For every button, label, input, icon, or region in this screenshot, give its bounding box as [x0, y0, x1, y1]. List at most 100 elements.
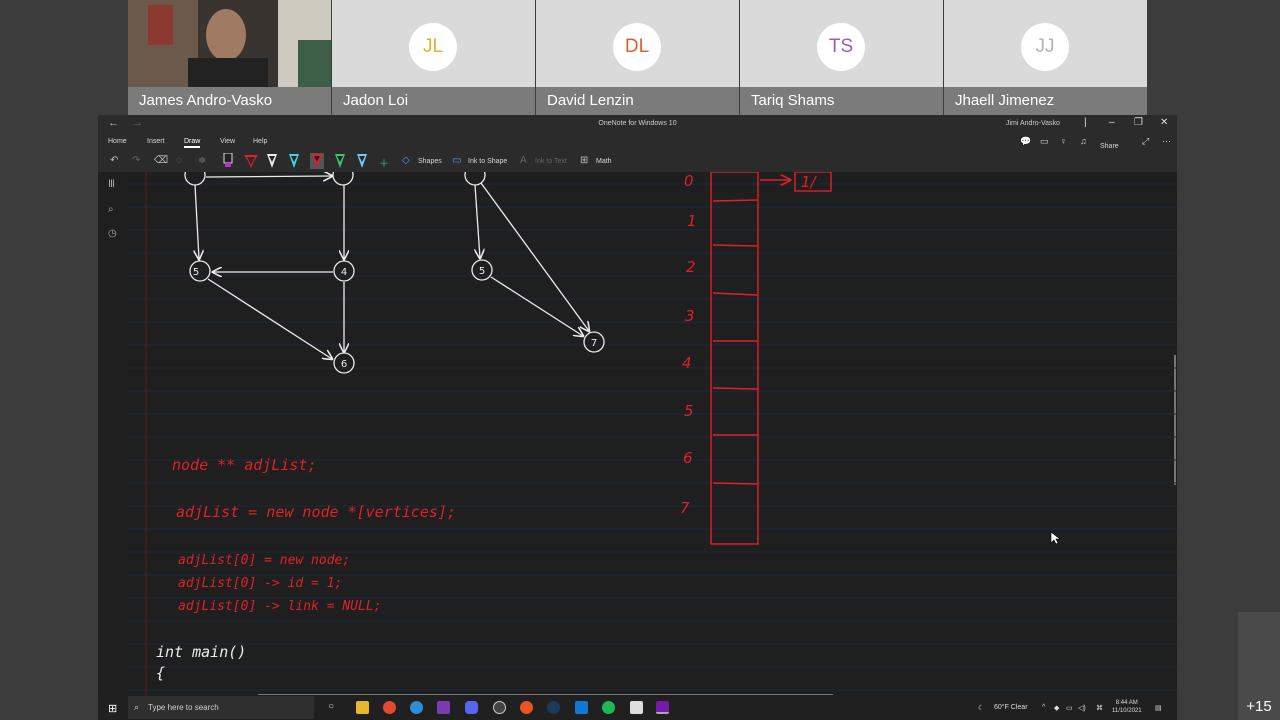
participant-tile[interactable]: JJ Jhaell Jimenez: [944, 0, 1147, 115]
math-button[interactable]: Math: [596, 158, 612, 165]
pen-green-icon[interactable]: [334, 153, 346, 169]
code-notes: node ** adjList; adjList = new node *[ve…: [172, 456, 456, 614]
participant-name: James Andro-Vasko: [128, 87, 331, 115]
cortana-icon[interactable]: ○: [328, 701, 334, 712]
discord-icon[interactable]: [465, 701, 478, 714]
code-line: {: [156, 664, 165, 682]
participant-tile[interactable]: TS Tariq Shams: [740, 0, 943, 115]
moon-icon: ☾: [978, 705, 985, 712]
tab-insert[interactable]: Insert: [147, 138, 165, 145]
store-icon[interactable]: [630, 701, 643, 714]
screen: James Andro-Vasko JL Jadon Loi DL David …: [0, 0, 1280, 720]
chevron-up-icon[interactable]: ^: [1042, 704, 1045, 711]
steam-icon[interactable]: [547, 701, 560, 714]
graph-node-label: 5: [193, 267, 199, 278]
main-notes: int main() {: [156, 643, 246, 682]
onenote-icon[interactable]: [656, 701, 669, 714]
edge-icon[interactable]: [410, 701, 423, 714]
slack-icon[interactable]: [437, 701, 450, 714]
graph-edge: [207, 278, 332, 359]
pen-cyan-icon[interactable]: [288, 153, 300, 169]
ubuntu-icon[interactable]: [520, 701, 533, 714]
array-divider: [712, 244, 758, 247]
avatar: JJ: [1021, 23, 1069, 71]
participant-tile[interactable]: DL David Lenzin: [536, 0, 739, 115]
participant-tile[interactable]: JL Jadon Loi: [332, 0, 535, 115]
tab-help[interactable]: Help: [253, 138, 267, 145]
note-canvas[interactable]: 5 4 6 5 7 0 1 2 3 4 5 6 7 1/ node ** adj…: [128, 172, 1177, 695]
close-icon[interactable]: ✕: [1160, 117, 1168, 128]
pen-black-icon[interactable]: [222, 153, 234, 169]
notifications-icon[interactable]: ▤: [1155, 704, 1162, 712]
graph-node: [332, 172, 354, 186]
code-line: adjList = new node *[vertices];: [176, 503, 456, 521]
spotify-icon[interactable]: [602, 701, 615, 714]
share-label: Share: [1100, 143, 1119, 150]
dropbox-icon[interactable]: ◆: [1054, 704, 1059, 712]
eraser-icon[interactable]: ◌: [176, 155, 182, 166]
taskbar-search-input[interactable]: ⌕ Type here to search: [128, 696, 314, 719]
more-participants-button[interactable]: +15: [1238, 612, 1280, 720]
notification-icon[interactable]: 💬: [1020, 136, 1031, 147]
array-index: 7: [680, 499, 690, 517]
link-icon[interactable]: ⌘: [1096, 704, 1103, 712]
math-icon[interactable]: ⊞: [580, 155, 588, 166]
more-icon[interactable]: ⋯: [1162, 136, 1171, 147]
chrome-icon[interactable]: [383, 701, 396, 714]
ink-to-shape-button[interactable]: Ink to Shape: [468, 158, 507, 165]
clock[interactable]: 8:44 AM 11/10/2021: [1112, 699, 1142, 715]
maximize-icon[interactable]: ❐: [1134, 117, 1143, 128]
tab-view[interactable]: View: [220, 138, 235, 145]
array-divider: [712, 292, 758, 296]
add-pen-icon[interactable]: ＋: [379, 155, 389, 170]
list-node-value: 1/: [801, 173, 818, 191]
graph-edge: [195, 184, 199, 259]
tab-draw[interactable]: Draw: [184, 138, 201, 148]
graph-node-label: 4: [341, 267, 347, 278]
avatar: DL: [613, 23, 661, 71]
lasso-icon[interactable]: ⌫: [154, 155, 168, 166]
ink-to-shape-icon[interactable]: ▭: [452, 155, 461, 166]
graph-node: [464, 172, 486, 186]
graph-right: [464, 172, 605, 353]
ink-to-text-icon[interactable]: A: [520, 155, 527, 166]
user-name[interactable]: Jimi Andro-Vasko: [1006, 120, 1060, 127]
mail-icon[interactable]: [575, 701, 588, 714]
minimize-icon[interactable]: –: [1109, 117, 1115, 128]
search-icon[interactable]: ⌕: [108, 204, 114, 215]
windows-start-icon[interactable]: ⊞: [108, 702, 117, 715]
weather-text[interactable]: 60°F Clear: [994, 704, 1028, 711]
file-explorer-icon[interactable]: [356, 701, 369, 714]
array-divider: [712, 482, 758, 485]
graph-edge: [490, 276, 583, 336]
notebooks-icon[interactable]: Ⅲ: [108, 179, 115, 190]
highlighter-red-icon[interactable]: [244, 153, 258, 169]
ink-layer: 5 4 6 5 7 0 1 2 3 4 5 6 7 1/ node ** adj…: [128, 172, 1177, 695]
tab-home[interactable]: Home: [108, 138, 127, 145]
redo-icon[interactable]: ↷: [132, 155, 140, 166]
undo-icon[interactable]: ↶: [110, 155, 118, 166]
shapes-icon[interactable]: ◇: [402, 155, 410, 166]
windows-taskbar: ⊞ ⌕ Type here to search ○ ☾ 60°F Clear ^…: [98, 695, 1177, 720]
pen-white-icon[interactable]: [266, 153, 278, 169]
add-space-icon[interactable]: ≑: [198, 155, 206, 166]
shapes-button[interactable]: Shapes: [418, 158, 442, 165]
array-index: 1: [687, 212, 697, 230]
graph-edge: [205, 176, 332, 177]
bell-icon[interactable]: ♫: [1080, 136, 1087, 146]
recent-icon[interactable]: ◷: [108, 228, 117, 239]
code-line: node ** adjList;: [172, 456, 317, 474]
lightbulb-icon[interactable]: ♀: [1060, 136, 1067, 146]
participant-tile-video[interactable]: James Andro-Vasko: [128, 0, 331, 115]
app-icon[interactable]: [493, 701, 506, 714]
expand-icon[interactable]: ⤢: [1142, 136, 1149, 147]
pen-red-selected-icon[interactable]: [310, 153, 324, 169]
ink-to-text-button[interactable]: Ink to Text: [535, 158, 567, 165]
array-divider: [712, 387, 758, 390]
page-icon[interactable]: ▭: [1040, 136, 1049, 147]
network-icon[interactable]: ▭: [1066, 704, 1073, 712]
pen-blue-icon[interactable]: [356, 153, 368, 169]
array-index: 2: [686, 258, 696, 276]
avatar: JL: [409, 23, 457, 71]
volume-icon[interactable]: ◁): [1078, 704, 1086, 712]
